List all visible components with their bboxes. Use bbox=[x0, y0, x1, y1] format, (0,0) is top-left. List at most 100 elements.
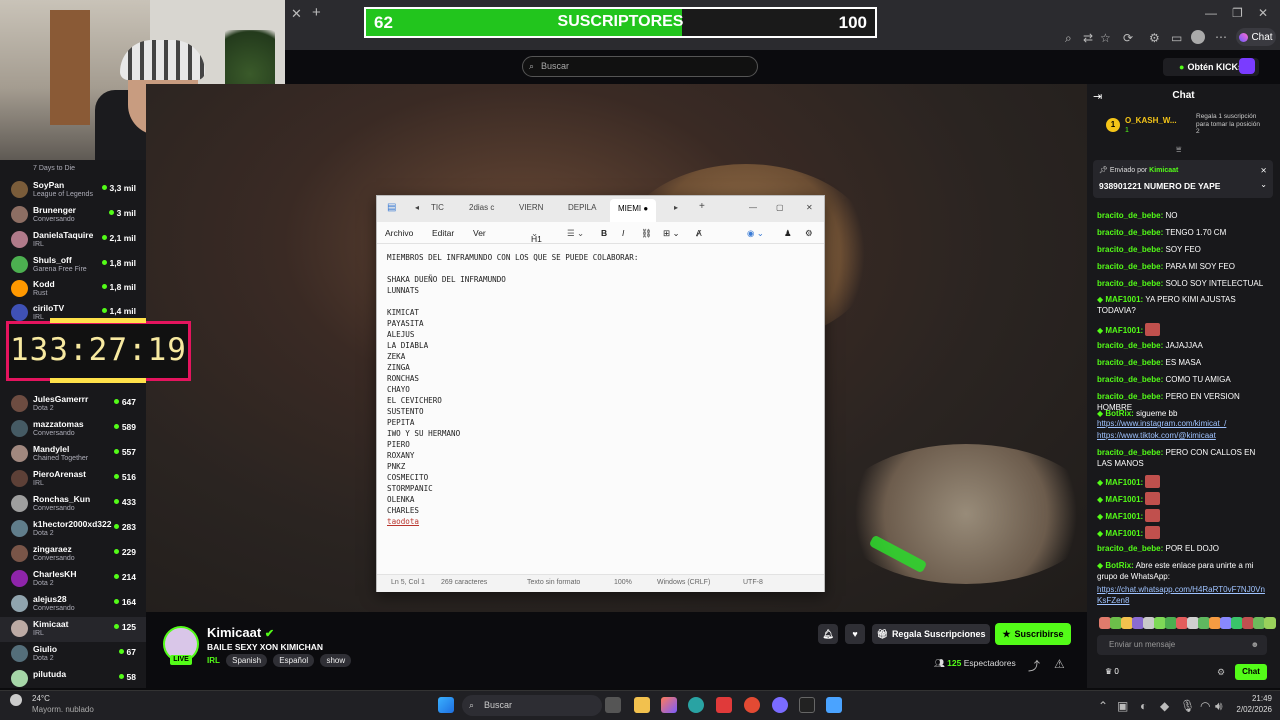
close-tab-icon[interactable]: ✕ bbox=[291, 6, 302, 22]
bold-icon[interactable]: B bbox=[601, 228, 607, 238]
notification-bell-button[interactable]: 🔔︎ bbox=[818, 624, 838, 644]
copilot-chat-button[interactable]: Chat bbox=[1236, 28, 1276, 46]
table-icon[interactable]: ⊞ ⌄ bbox=[663, 228, 680, 239]
sidebar-channel-item[interactable]: Mandylel Chained Together 557 bbox=[0, 442, 146, 467]
heading-dropdown[interactable]: H1 ⌄ bbox=[531, 228, 542, 244]
bookmark-star-icon[interactable]: ☆ bbox=[1100, 31, 1111, 45]
chat-username[interactable]: bracito_de_bebe: bbox=[1097, 358, 1163, 367]
menu-ver[interactable]: Ver bbox=[473, 228, 486, 238]
user-menu-avatar[interactable] bbox=[1239, 58, 1255, 74]
chat-username[interactable]: bracito_de_bebe: bbox=[1097, 448, 1163, 457]
kicks-balance[interactable]: ♛ 0 bbox=[1105, 667, 1119, 676]
chat-username[interactable]: bracito_de_bebe: bbox=[1097, 211, 1163, 220]
sidebar-channel-item[interactable]: Giulio Dota 2 67 bbox=[0, 642, 146, 667]
sidebar-channel-item[interactable]: PieroArenast IRL 516 bbox=[0, 467, 146, 492]
taskbar-search-input[interactable]: ⌕ Buscar bbox=[462, 695, 602, 716]
wifi-icon[interactable]: ◠ bbox=[1200, 699, 1210, 713]
follow-heart-button[interactable]: ♥ bbox=[845, 624, 865, 644]
notepad-tab[interactable]: DEPILA bbox=[568, 203, 596, 212]
chat-username[interactable]: MAF1001: bbox=[1105, 326, 1143, 335]
tray-app-icon[interactable]: ◆ bbox=[1160, 699, 1169, 713]
chat-username[interactable]: bracito_de_bebe: bbox=[1097, 392, 1163, 401]
menu-archivo[interactable]: Archivo bbox=[385, 228, 413, 238]
office-icon[interactable] bbox=[716, 697, 732, 713]
notepad-taskbar-icon[interactable] bbox=[826, 697, 842, 713]
more-menu-icon[interactable]: ⋯ bbox=[1215, 30, 1227, 44]
close-icon[interactable]: ✕ bbox=[806, 203, 813, 212]
minimize-icon[interactable]: — bbox=[749, 203, 757, 212]
file-explorer-icon[interactable] bbox=[634, 697, 650, 713]
clear-format-icon[interactable]: Ⱥ bbox=[696, 228, 702, 238]
sidebar-channel-item[interactable]: zingaraez Conversando 229 bbox=[0, 542, 146, 567]
extension-icon[interactable]: ⟳ bbox=[1123, 31, 1133, 45]
sidebar-channel-item[interactable]: Kodd Rust 1,8 mil bbox=[0, 277, 146, 302]
chat-username[interactable]: bracito_de_bebe: bbox=[1097, 544, 1163, 553]
maximize-icon[interactable]: ❐ bbox=[1232, 6, 1243, 20]
notepad-tab[interactable]: VIERN bbox=[519, 203, 543, 212]
chat-link[interactable]: https://chat.whatsapp.com/H4RaRT0vF7NJ0V… bbox=[1097, 584, 1267, 606]
notepad-tab[interactable]: TIC bbox=[431, 203, 444, 212]
share-icon[interactable]: ⤴ bbox=[1028, 657, 1040, 674]
sidebar-channel-item[interactable]: Shuls_off Garena Free Fire 1,8 mil bbox=[0, 253, 146, 278]
new-tab-icon[interactable]: + bbox=[699, 201, 705, 212]
sidebar-channel-item[interactable]: k1hector2000xd322 Dota 2 283 bbox=[0, 517, 146, 542]
category-link[interactable]: IRL bbox=[207, 656, 220, 665]
chat-link[interactable]: https://www.tiktok.com/@kimicaat bbox=[1097, 430, 1267, 441]
emote-picker-icon[interactable]: ☻ bbox=[1251, 635, 1259, 655]
sidebar-channel-item[interactable]: JulesGamerrr Dota 2 647 bbox=[0, 392, 146, 417]
emote-button[interactable] bbox=[1264, 617, 1276, 629]
clock-date[interactable]: 2/02/2026 bbox=[1226, 705, 1272, 714]
collapse-chat-icon[interactable]: ⇥ bbox=[1093, 90, 1102, 103]
search-input[interactable]: ⌕ Buscar bbox=[522, 56, 758, 77]
report-icon[interactable]: ⚠ bbox=[1054, 657, 1065, 671]
chat-username[interactable]: bracito_de_bebe: bbox=[1097, 262, 1163, 271]
chat-username[interactable]: BotRix: bbox=[1105, 561, 1133, 570]
expand-pinned-icon[interactable]: ⌄ bbox=[1260, 180, 1267, 189]
new-tab-icon[interactable]: + bbox=[312, 4, 321, 21]
menu-editar[interactable]: Editar bbox=[432, 228, 454, 238]
clock-time[interactable]: 21:49 bbox=[1240, 694, 1272, 703]
chat-filter-icon[interactable]: ⩸ bbox=[1176, 144, 1181, 155]
chat-username[interactable]: BotRix: bbox=[1105, 409, 1133, 418]
task-view-icon[interactable] bbox=[605, 697, 621, 713]
discord-icon[interactable] bbox=[772, 697, 788, 713]
tray-network-icon[interactable]: ◐ bbox=[1140, 699, 1147, 713]
sidebar-channel-item[interactable]: pilutuda 58 bbox=[0, 667, 146, 692]
microphone-icon[interactable]: 🎙︎ bbox=[1180, 699, 1195, 713]
notepad-tab-active[interactable]: MIEMI ● bbox=[610, 199, 657, 222]
settings-gear-icon[interactable]: ⚙ bbox=[805, 228, 813, 239]
account-icon[interactable]: ♟ bbox=[784, 228, 792, 239]
weather-temp[interactable]: 24°C bbox=[32, 694, 50, 703]
tag[interactable]: Español bbox=[273, 654, 315, 667]
chat-username[interactable]: bracito_de_bebe: bbox=[1097, 279, 1163, 288]
edge-icon[interactable] bbox=[688, 697, 704, 713]
sidebar-channel-item[interactable]: Kimicaat IRL 125 bbox=[0, 617, 146, 642]
chat-message-input[interactable]: Enviar un mensaje ☻ bbox=[1097, 635, 1267, 655]
chat-settings-icon[interactable]: ⚙ bbox=[1217, 667, 1225, 678]
obs-icon[interactable] bbox=[799, 697, 815, 713]
tab-scroll-right-icon[interactable]: ▸ bbox=[674, 203, 678, 212]
channel-name[interactable]: Kimicaat ✔ bbox=[207, 625, 274, 640]
profile-avatar[interactable] bbox=[1191, 30, 1205, 44]
tag[interactable]: Spanish bbox=[226, 654, 268, 667]
tag[interactable]: show bbox=[320, 654, 352, 667]
sidebar-channel-item[interactable]: mazzatomas Conversando 589 bbox=[0, 417, 146, 442]
tray-chevron-icon[interactable]: ⌃ bbox=[1098, 699, 1108, 713]
start-windows-icon[interactable] bbox=[438, 697, 454, 713]
list-icon[interactable]: ☰ ⌄ bbox=[567, 228, 584, 239]
chat-username[interactable]: bracito_de_bebe: bbox=[1097, 375, 1163, 384]
chat-username[interactable]: bracito_de_bebe: bbox=[1097, 341, 1163, 350]
zoom-icon[interactable]: ⌕ bbox=[1065, 31, 1072, 46]
sidebar-toggle-icon[interactable]: ▭ bbox=[1171, 31, 1182, 45]
volume-icon[interactable]: 🔊︎ bbox=[1215, 699, 1223, 714]
notepad-window[interactable]: ▤ ◂ TIC 2dias c VIERN DEPILA MIEMI ● ▸ +… bbox=[376, 195, 825, 592]
sidebar-channel-item[interactable]: Ronchas_Kun Conversando 433 bbox=[0, 492, 146, 517]
window-close-icon[interactable]: ✕ bbox=[1258, 6, 1268, 20]
tab-scroll-left-icon[interactable]: ◂ bbox=[415, 203, 419, 212]
notepad-text[interactable]: MIEMBROS DEL INFRAMUNDO CON LOS QUE SE P… bbox=[387, 252, 807, 527]
chat-username[interactable]: MAF1001: bbox=[1105, 495, 1143, 504]
gift-prompt[interactable]: Regala 1 suscripción para tomar la posic… bbox=[1188, 113, 1260, 136]
chat-username[interactable]: MAF1001: bbox=[1105, 295, 1143, 304]
minimize-icon[interactable]: — bbox=[1205, 6, 1217, 20]
copilot-app-icon[interactable] bbox=[661, 697, 677, 713]
